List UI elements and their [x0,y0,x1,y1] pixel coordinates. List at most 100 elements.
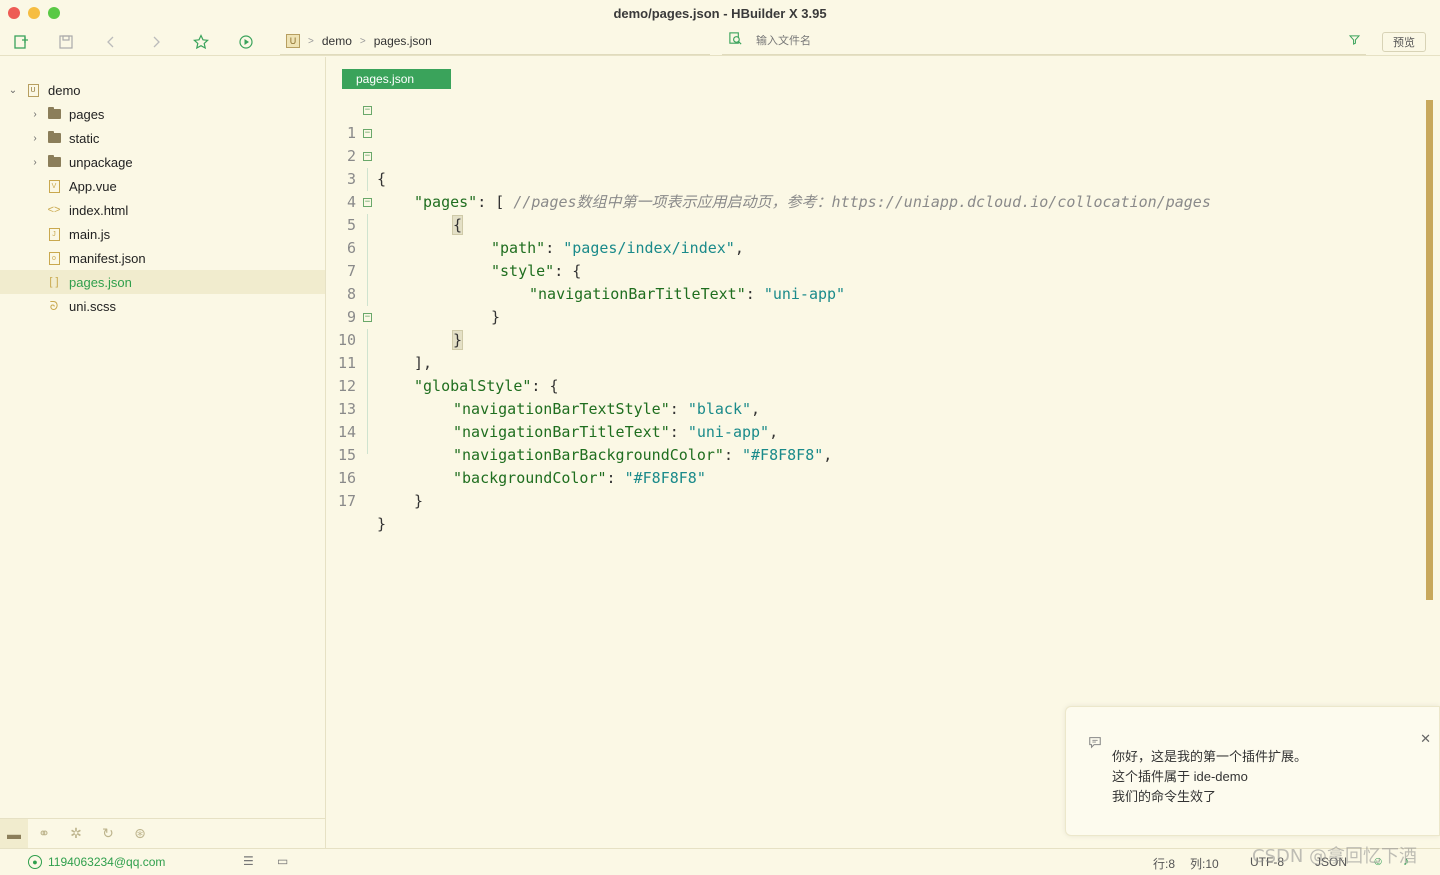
tree-item-pages-json[interactable]: [ ] pages.json [0,270,325,294]
search-input[interactable] [756,35,1316,47]
json-file-icon: [ ] [49,276,59,288]
tree-item-label: unpackage [69,154,133,170]
notification-line: 我们的命令生效了 [1112,789,1217,804]
cursor-column[interactable]: 列:10 [1190,855,1219,872]
scss-file-icon: ᘐ [49,298,59,313]
js-file-icon: J [47,227,61,241]
breadcrumb-file[interactable]: pages.json [374,34,432,48]
forward-icon[interactable] [146,32,166,52]
terminal-icon[interactable]: ▭ [277,854,288,868]
tree-item-label: main.js [69,226,111,242]
fold-toggle-icon[interactable]: − [363,152,372,161]
code-line: 1 − { [327,99,1427,189]
tree-item-label: uni.scss [69,298,116,314]
html-file-icon: <> [47,204,61,216]
account-info[interactable]: ● 1194063234@qq.com [28,855,165,869]
list-icon[interactable]: ☰ [243,854,254,868]
code-line: 9 ], [327,283,1427,372]
breadcrumb-project[interactable]: demo [322,34,352,48]
project-icon: U [26,83,40,97]
sidebar-bottom-tabs: ▬ ⚭ ✲ ↻ ⊛ [0,818,326,849]
tree-item-uni-scss[interactable]: ᘐ uni.scss [0,294,325,318]
save-icon[interactable] [56,32,76,52]
tree-item-app-vue[interactable]: V App.vue [0,174,325,198]
code-line: 8 } [327,260,1427,350]
code-line: 16 } [327,444,1427,533]
fold-toggle-icon[interactable]: − [363,106,372,115]
chevron-right-icon[interactable]: › [30,133,40,144]
code-line: 4 "path": "pages/index/index", [327,168,1427,257]
tree-item-static[interactable]: › static [0,126,325,150]
toolbar: U > demo > pages.json 预览 [0,28,1440,56]
fold-guide [367,444,368,454]
editor-scrollbar[interactable] [1426,100,1433,600]
manifest-file-icon: o [47,251,61,265]
code-line: 5 − "style": { [327,191,1427,281]
user-icon: ● [28,855,42,869]
fold-guide [367,421,368,444]
tree-item-label: index.html [69,202,129,218]
file-search [722,28,1366,55]
code-line: 11 "navigationBarTextStyle": "black", [327,329,1427,418]
fold-guide [367,237,368,260]
fold-guide [367,168,368,191]
vue-file-icon: V [47,179,61,193]
code-line: 14 "backgroundColor": "#F8F8F8" [327,398,1427,487]
fold-guide [367,283,368,306]
window-title: demo/pages.json - HBuilder X 3.95 [613,6,827,21]
chevron-right-icon[interactable]: › [30,109,40,120]
preview-button[interactable]: 预览 [1382,32,1426,52]
code-line: 6 "navigationBarTitleText": "uni-app" [327,214,1427,303]
code-line: 15 } [327,421,1427,510]
plugin-icon[interactable]: ⊛ [124,819,156,849]
tree-item-demo[interactable]: ⌄ U demo [0,78,325,102]
back-icon[interactable] [101,32,121,52]
fold-guide [367,214,368,237]
notification-line: 这个插件属于 ide-demo [1112,769,1248,784]
tree-item-unpackage[interactable]: › unpackage [0,150,325,174]
title-bar: demo/pages.json - HBuilder X 3.95 [0,0,1440,28]
fold-guide [367,398,368,421]
star-icon[interactable] [191,32,211,52]
watermark-text: CSDN @拿回忆下酒 [1252,846,1418,867]
filter-icon[interactable] [1348,34,1361,48]
new-file-icon[interactable] [11,32,31,52]
cursor-row[interactable]: 行:8 [1153,855,1175,872]
git-icon[interactable]: ↻ [92,819,124,849]
tree-item-label: manifest.json [69,250,146,266]
tree-item-label: static [69,130,100,146]
code-text: } [377,515,387,533]
notification-message: 你好，这是我的第一个插件扩展。 这个插件属于 ide-demo 我们的命令生效了 [1112,747,1307,807]
tree-item-label: demo [48,82,81,98]
close-icon[interactable]: ✕ [1420,731,1431,747]
fold-toggle-icon[interactable]: − [363,198,372,207]
tree-item-main-js[interactable]: J main.js [0,222,325,246]
fold-guide [367,329,368,352]
project-explorer: ⌄ U demo › pages › static › unpackage V … [0,57,326,818]
search-files-icon[interactable]: ⚭ [28,819,60,849]
code-line: 10 − "globalStyle": { [327,306,1427,396]
code-line: 2 − "pages": [ //pages数组中第一项表示应用启动页，参考：h… [327,122,1427,212]
fold-toggle-icon[interactable]: − [363,313,372,322]
fold-toggle-icon[interactable]: − [363,129,372,138]
tree-item-manifest-json[interactable]: o manifest.json [0,246,325,270]
code-text: } [414,492,424,510]
tree-item-label: App.vue [69,178,117,194]
line-number: 17 [337,492,356,510]
tab-pages-json[interactable]: pages.json [342,69,451,89]
run-icon[interactable] [236,32,256,52]
folder-icon [47,107,61,121]
code-line: 12 "navigationBarTitleText": "uni-app", [327,352,1427,441]
search-file-icon [728,31,746,51]
debug-icon[interactable]: ✲ [60,819,92,849]
code-line: 3 − { [327,145,1427,235]
tree-item-label: pages [69,106,105,122]
fold-guide [367,375,368,398]
chevron-right-icon[interactable]: › [30,157,40,168]
fold-guide [367,260,368,283]
tree-item-pages[interactable]: › pages [0,102,325,126]
project-manager-icon[interactable]: ▬ [0,818,28,849]
chevron-right-icon: > [359,35,366,47]
chevron-down-icon[interactable]: ⌄ [8,85,18,96]
tree-item-index-html[interactable]: <> index.html [0,198,325,222]
